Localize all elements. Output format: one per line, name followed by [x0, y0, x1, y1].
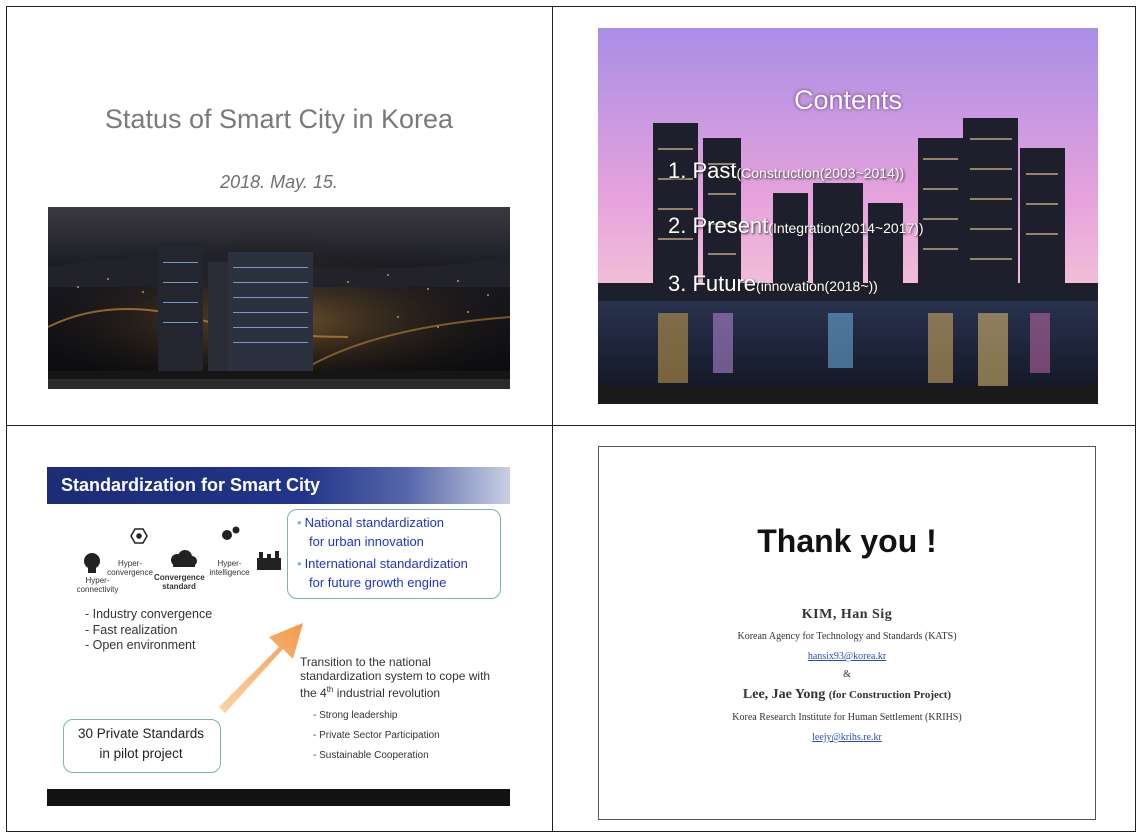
private-standards-line2: in pilot project — [99, 746, 183, 761]
factory-icon — [257, 551, 281, 570]
goal-international: • International standardization — [297, 556, 468, 571]
transition-item: - Sustainable Cooperation — [313, 750, 429, 761]
person1-email-row: hansix93@korea.kr — [599, 651, 1095, 662]
slide-2[interactable]: Contents 1. Past(Construction(2003~2014)… — [598, 28, 1098, 404]
label-hyper-intelligence: Hyper- intelligence — [209, 559, 250, 577]
contents-item-future[interactable]: 3. Future(innovation(2018~)) — [668, 271, 878, 297]
person1-org: Korean Agency for Technology and Standar… — [737, 631, 957, 642]
contents-item-past[interactable]: 1. Past(Construction(2003~2014)) — [668, 158, 904, 184]
brain-head-icon — [84, 553, 100, 573]
person2-org: Korea Research Institute for Human Settl… — [732, 712, 962, 723]
private-standards-line1: 30 Private Standards — [77, 726, 205, 741]
transition-item: - Private Sector Participation — [313, 730, 440, 741]
slide-3-header-bar: Standardization for Smart City — [47, 467, 510, 504]
gears-icon — [222, 526, 240, 540]
goal-national: • National standardization — [297, 515, 445, 530]
feature-item: - Fast realization — [85, 623, 178, 637]
cloud-icon — [171, 550, 197, 567]
person2-email-row: leejy@krihs.re.kr — [599, 732, 1095, 743]
transition-item: - Strong leadership — [313, 710, 398, 721]
grid-divider-horizontal — [6, 425, 1136, 426]
feature-item: - Industry convergence — [85, 607, 213, 621]
contents-item-present[interactable]: 2. Present(Integration(2014~2017)) — [668, 213, 924, 239]
slide-1-title: Status of Smart City in Korea — [104, 104, 454, 134]
slide-3-title: Standardization for Smart City — [61, 475, 321, 495]
label-convergence-standard: Convergence standard — [154, 573, 205, 591]
person1-name: KIM, Han Sig — [801, 607, 893, 622]
slide-3-bottom-bar — [47, 789, 510, 806]
label-hyper-convergence: Hyper- convergence — [107, 559, 153, 577]
transition-text: Transition to the national standardizati… — [300, 655, 491, 700]
thank-you-heading: Thank you ! — [757, 523, 937, 559]
person2-email-link[interactable]: leejy@krihs.re.kr — [812, 732, 882, 743]
slide-3[interactable]: Standardization for Smart City Hyper- co… — [47, 463, 510, 808]
goal-international-sub: for future growth engine — [309, 575, 447, 590]
person1-email-link[interactable]: hansix93@korea.kr — [808, 651, 886, 662]
label-hyper-connectivity: Hyper- connectivity — [76, 576, 119, 594]
goal-national-sub: for urban innovation — [309, 534, 424, 549]
hub-network-icon — [130, 528, 148, 544]
person2-name-row: Lee, Jae Yong (for Construction Project) — [742, 687, 952, 702]
and-separator: & — [843, 669, 851, 680]
slide-1-date: 2018. May. 15. — [220, 172, 338, 192]
grid-divider-vertical — [552, 6, 553, 832]
slide-4[interactable]: Thank you ! KIM, Han Sig Korean Agency f… — [598, 446, 1096, 820]
feature-item: - Open environment — [85, 638, 196, 652]
slide-2-title: Contents — [793, 85, 903, 115]
night-city-photo — [48, 207, 510, 389]
